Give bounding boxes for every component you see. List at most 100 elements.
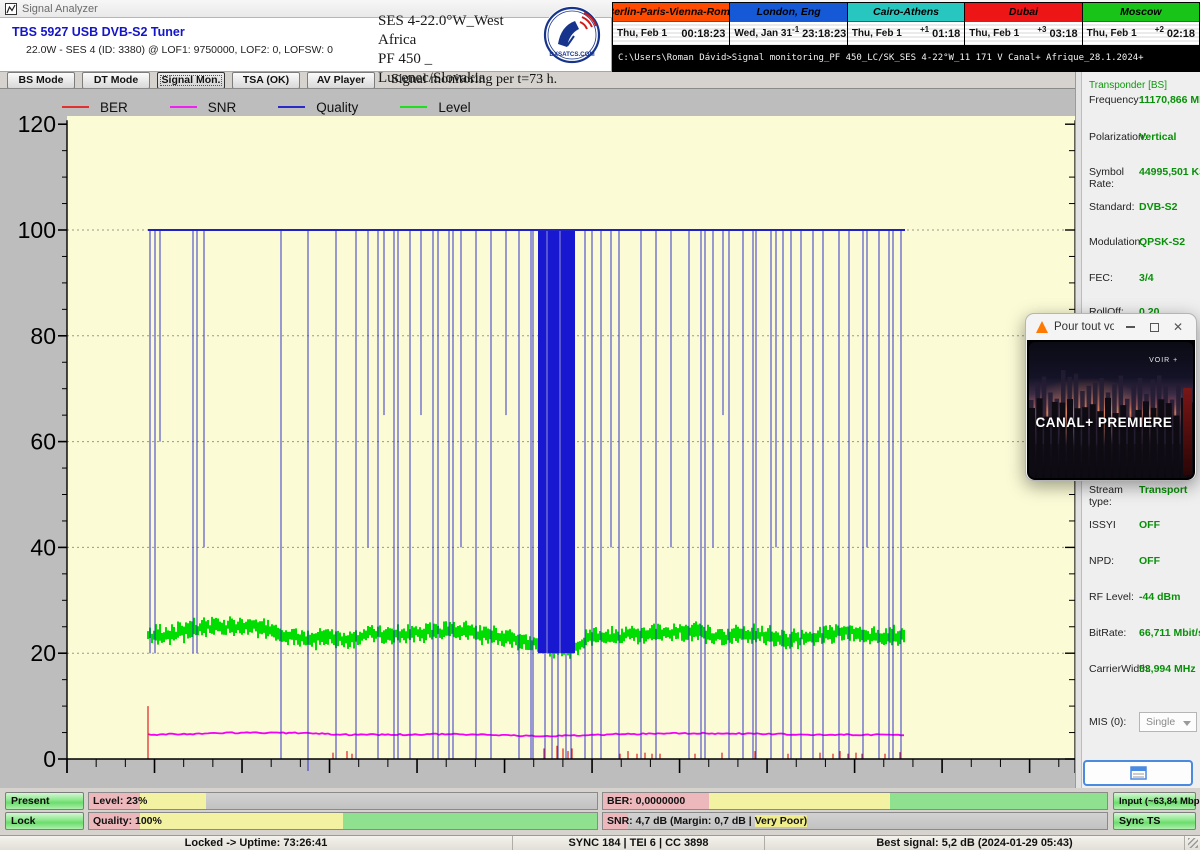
window-title: Signal Analyzer [22,3,98,15]
sidebar-row-bitrate: BitRate: 66,711 Mbit/s [1089,627,1197,639]
field-value: DVB-S2 [1139,201,1178,213]
sidebar-row-issyi: ISSYI OFF [1089,519,1197,531]
sidebar-row-frequency: Frequency: 11170,866 MHz [1089,94,1197,106]
field-label: Standard: [1089,201,1139,213]
maximize-button[interactable] [1146,319,1162,335]
field-value: -44 dBm [1139,591,1180,603]
field-label: Stream type: [1089,484,1139,508]
world-clocks: Berlin-Paris-Vienna-Roma Thu, Feb 1 00:1… [612,2,1200,46]
status-bar: Locked -> Uptime: 73:26:41 SYNC 184 | TE… [0,835,1200,850]
tab-dt-mode[interactable]: DT Mode [82,72,150,89]
legend-item-snr: SNR [170,100,237,115]
quality-label: Quality: 100% [93,815,162,827]
transponder-list-button[interactable] [1083,760,1193,786]
tab-av-player[interactable]: AV Player [307,72,375,89]
legend-swatch [278,106,305,108]
legend-swatch [170,106,197,108]
field-value: 44995,501 KS/s [1139,166,1200,190]
legend-label: BER [100,100,128,115]
field-value: OFF [1139,555,1160,567]
transponder-header: Transponder [BS] [1089,80,1167,91]
field-value: 53,994 MHz [1139,663,1196,675]
tuner-details: 22.0W - SES 4 (ID: 3380) @ LOF1: 9750000… [26,44,333,56]
video-surface[interactable]: VOIR + CANAL+ PREMIERE [1027,340,1195,480]
field-label: RF Level: [1089,591,1139,603]
video-right-artifact [1183,388,1192,475]
signal-monitoring-chart: 020406080100120 [0,89,1080,789]
svg-text:60: 60 [30,429,56,455]
tab-signal-mon-[interactable]: Signal Mon. [157,72,225,89]
tuner-panel: TBS 5927 USB DVB-S2 Tuner 22.0W - SES 4 … [0,18,612,72]
legend-item-quality: Quality [278,100,358,115]
voir-plus-label: VOIR + [1149,357,1178,364]
clock-cairo-athens: Cairo-Athens Thu, Feb 1 +101:18 [848,3,965,45]
svg-text:DXSATCS.COM: DXSATCS.COM [549,51,594,58]
vlc-title-bar[interactable]: Pour tout voir et to... ✕ [1026,314,1196,340]
clock-city-label: Berlin-Paris-Vienna-Roma [613,3,729,22]
mis-label: MIS (0): [1089,716,1139,728]
mis-row: MIS (0): Single [1089,712,1197,732]
mis-value: Single [1146,716,1175,728]
field-label: FEC: [1089,272,1139,284]
level-label: Level: 23% [93,795,147,807]
sidebar-row-npd: NPD: OFF [1089,555,1197,567]
best-signal-status: Best signal: 5,2 dB (2024-01-29 05:43) [765,836,1185,850]
field-value: 11170,866 MHz [1139,94,1200,106]
sidebar-row-streamtype: Stream type: Transport [1089,484,1197,508]
app-icon [5,3,17,15]
clock-time: Thu, Feb 1 +303:18 [965,22,1081,45]
svg-text:40: 40 [30,534,56,560]
field-value: Transport [1139,484,1187,508]
legend-label: Quality [316,100,358,115]
field-label: NPD: [1089,555,1139,567]
svg-text:100: 100 [18,217,56,243]
field-value: OFF [1139,519,1160,531]
console-window[interactable]: C:\Users\Roman Dávid>Signal monitoring_P… [612,46,1200,72]
clock-berlin-paris-vienna-roma: Berlin-Paris-Vienna-Roma Thu, Feb 1 00:1… [613,3,730,45]
clock-moscow: Moscow Thu, Feb 1 +202:18 [1083,3,1199,45]
vlc-cone-icon [1036,321,1048,333]
field-label: Symbol Rate: [1089,166,1139,190]
chevron-down-icon [1183,721,1191,726]
mis-select[interactable]: Single [1139,712,1197,732]
legend-swatch [400,106,427,108]
present-indicator: Present [5,792,84,810]
clock-city-label: London, Eng [730,3,846,22]
clock-time: Thu, Feb 1 +101:18 [848,22,964,45]
header-line-1: SES 4-22.0°W_West Africa [378,12,543,50]
field-value: QPSK-S2 [1139,236,1185,248]
minimize-button[interactable] [1122,319,1138,335]
sidebar-row-fec: FEC: 3/4 [1089,272,1197,284]
resize-grip[interactable] [1188,838,1198,848]
lock-indicator: Lock [5,812,84,830]
snr-bar: SNR: 4,7 dB (Margin: 0,7 dB | Very Poor) [602,812,1108,830]
legend-item-level: Level [400,100,470,115]
svg-text:20: 20 [30,640,56,666]
tuner-name: TBS 5927 USB DVB-S2 Tuner [12,25,185,39]
tab-tsa-ok-[interactable]: TSA (OK) [232,72,300,89]
snr-label: SNR: 4,7 dB (Margin: 0,7 dB | Very Poor) [607,815,807,827]
chart-region: 020406080100120 BER SNR Quality Level [0,88,1080,788]
sidebar-row-symbolrate: Symbol Rate: 44995,501 KS/s [1089,166,1197,190]
field-label: ISSYI [1089,519,1139,531]
dxsatcs-logo: DXSATCS.COM [543,6,601,64]
monitoring-period-label: Signal monitoring per t=73 h. [391,72,557,88]
input-rate-indicator: Input (~63,84 Mbps) [1113,792,1196,810]
sidebar-row-rflevel: RF Level: -44 dBm [1089,591,1197,603]
clock-time: Wed, Jan 31 -123:18:23 [730,22,846,45]
sidebar-row-modulation: Modulation: QPSK-S2 [1089,236,1197,248]
chart-legend: BER SNR Quality Level [62,99,513,115]
svg-text:0: 0 [43,746,56,772]
sidebar-row-carrierwidth: CarrierWidth: 53,994 MHz [1089,663,1197,675]
ber-label: BER: 0,0000000 [607,795,685,807]
field-label: CarrierWidth: [1089,663,1139,675]
svg-text:120: 120 [18,111,56,137]
clock-time: Thu, Feb 1 +202:18 [1083,22,1199,45]
legend-label: Level [438,100,470,115]
tab-bs-mode[interactable]: BS Mode [7,72,75,89]
clock-city-label: Cairo-Athens [848,3,964,22]
list-icon [1130,766,1147,780]
close-button[interactable]: ✕ [1170,319,1186,335]
clock-city-label: Dubai [965,3,1081,22]
clock-london-eng: London, Eng Wed, Jan 31 -123:18:23 [730,3,847,45]
